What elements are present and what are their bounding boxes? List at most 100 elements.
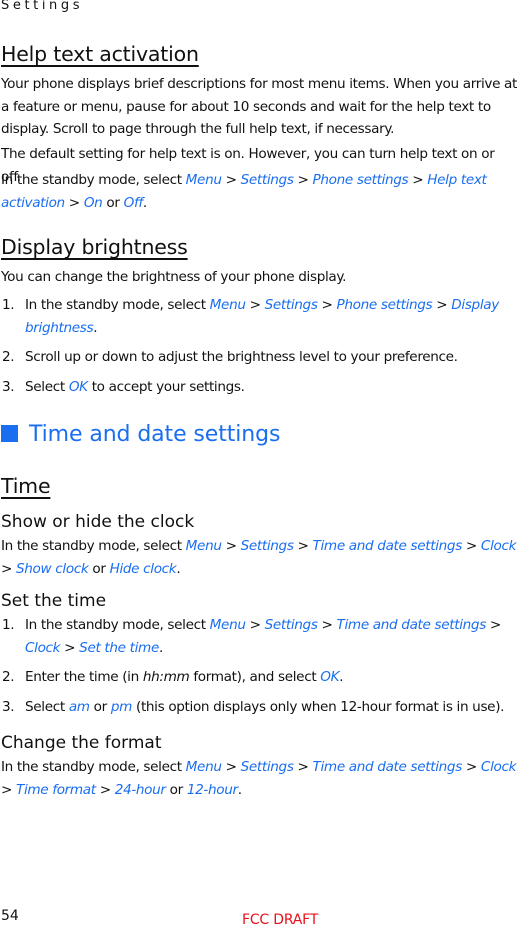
separator: >: [317, 617, 337, 633]
option-pm: pm: [110, 699, 133, 715]
text: .: [176, 560, 181, 577]
separator: >: [432, 297, 452, 313]
option-24-hour: 24-hour: [114, 781, 166, 798]
separator: >: [221, 172, 241, 188]
brightness-step-2: 2. Scroll up or down to adjust the bright…: [1, 346, 517, 369]
step-number: 2.: [2, 669, 15, 685]
separator: >: [293, 172, 313, 188]
text: Select: [25, 379, 69, 395]
step-number: 3.: [2, 699, 15, 715]
menu-path-settings: Settings: [264, 617, 318, 633]
text: Enter the time (in: [25, 669, 143, 685]
menu-path-menu: Menu: [185, 172, 222, 188]
menu-path-menu: Menu: [209, 617, 246, 633]
text: In the standby mode, select: [1, 172, 186, 188]
menu-path-clock: Clock: [480, 538, 517, 554]
running-header: Settings: [1, 0, 84, 13]
help-paragraph-1: Your phone displays brief descriptions f…: [1, 76, 517, 137]
option-hide-clock: Hide clock: [109, 560, 177, 577]
menu-path-phone-settings: Phone settings: [336, 297, 433, 313]
menu-path-clock: Clock: [25, 639, 61, 656]
text: or: [88, 560, 110, 577]
separator: >: [317, 297, 337, 313]
menu-path-menu: Menu: [185, 759, 222, 775]
separator: >: [293, 538, 313, 554]
separator: >: [221, 538, 241, 554]
step-number: 2.: [2, 349, 15, 365]
separator: >: [293, 759, 313, 775]
menu-path-time-date-settings: Time and date settings: [312, 538, 463, 554]
menu-path-settings: Settings: [240, 172, 294, 188]
menu-path-phone-settings: Phone settings: [312, 172, 409, 188]
text: or: [89, 699, 111, 715]
separator: >: [95, 781, 115, 798]
text: In the standby mode, select: [1, 538, 186, 554]
separator: >: [1, 781, 17, 798]
menu-path-settings: Settings: [240, 538, 294, 554]
draft-label: FCC DRAFT: [242, 912, 319, 928]
menu-path-menu: Menu: [209, 297, 246, 313]
option-on: On: [83, 194, 103, 211]
text: or: [165, 781, 187, 798]
text: (this option displays only when 12-hour …: [132, 699, 505, 715]
change-format-instructions: In the standby mode, select Menu > Setti…: [1, 756, 517, 801]
separator: >: [461, 538, 481, 554]
menu-path-menu: Menu: [185, 538, 222, 554]
text: to accept your settings.: [87, 379, 245, 395]
set-time-step-3: 3. Select am or pm (this option displays …: [1, 696, 517, 719]
text: .: [158, 639, 163, 656]
help-paragraph-3: In the standby mode, select Menu > Setti…: [1, 169, 517, 214]
option-show-clock: Show clock: [16, 560, 89, 577]
text: or: [102, 194, 124, 211]
section-title-help-text-activation: Help text activation: [1, 42, 199, 66]
section-title-display-brightness: Display brightness: [1, 235, 188, 259]
text: .: [142, 194, 147, 211]
option-ok: OK: [68, 379, 88, 395]
text: .: [339, 669, 344, 685]
menu-path-time-date-settings: Time and date settings: [336, 617, 487, 633]
text: Scroll up or down to adjust the brightne…: [25, 349, 458, 365]
brightness-step-1: 1. In the standby mode, select Menu > Set…: [1, 294, 517, 339]
text: format), and select: [189, 669, 321, 685]
text: Select: [25, 699, 69, 715]
text: .: [93, 319, 98, 336]
option-ok: OK: [320, 669, 340, 685]
section-title-time: Time: [1, 474, 51, 498]
chapter-title-time-and-date-settings: Time and date settings: [1, 422, 280, 447]
menu-path-clock: Clock: [480, 759, 517, 775]
square-bullet-icon: [1, 425, 18, 442]
step-number: 3.: [2, 379, 15, 395]
option-off: Off: [123, 194, 144, 211]
text: In the standby mode, select: [25, 297, 210, 313]
separator: >: [221, 759, 241, 775]
text: .: [237, 781, 242, 798]
separator: >: [461, 759, 481, 775]
brightness-step-3: 3. Select OK to accept your settings.: [1, 376, 517, 399]
step-number: 1.: [2, 297, 15, 313]
page-number: 54: [1, 908, 19, 924]
menu-path-time-date-settings: Time and date settings: [312, 759, 463, 775]
separator: >: [1, 560, 17, 577]
separator: >: [408, 172, 428, 188]
option-am: am: [68, 699, 90, 715]
separator: >: [245, 617, 265, 633]
set-time-step-1: 1. In the standby mode, select Menu > Set…: [1, 614, 517, 659]
option-set-the-time: Set the time: [79, 639, 159, 656]
menu-path-settings: Settings: [240, 759, 294, 775]
set-time-step-2: 2. Enter the time (in hh:mm format), and …: [1, 666, 517, 689]
separator: >: [485, 617, 501, 633]
text: In the standby mode, select: [1, 759, 186, 775]
chapter-title-text: Time and date settings: [29, 422, 281, 447]
subsection-title-set-the-time: Set the time: [1, 591, 107, 611]
time-format-hint: hh:mm: [142, 669, 190, 685]
subsection-title-show-hide-clock: Show or hide the clock: [1, 512, 195, 532]
subsection-title-change-the-format: Change the format: [1, 733, 162, 753]
step-number: 1.: [2, 617, 15, 633]
text: In the standby mode, select: [25, 617, 210, 633]
menu-path-time-format: Time format: [16, 781, 96, 798]
show-hide-clock-instructions: In the standby mode, select Menu > Setti…: [1, 535, 517, 580]
brightness-intro: You can change the brightness of your ph…: [1, 269, 347, 285]
separator: >: [64, 194, 84, 211]
separator: >: [245, 297, 265, 313]
menu-path-settings: Settings: [264, 297, 318, 313]
